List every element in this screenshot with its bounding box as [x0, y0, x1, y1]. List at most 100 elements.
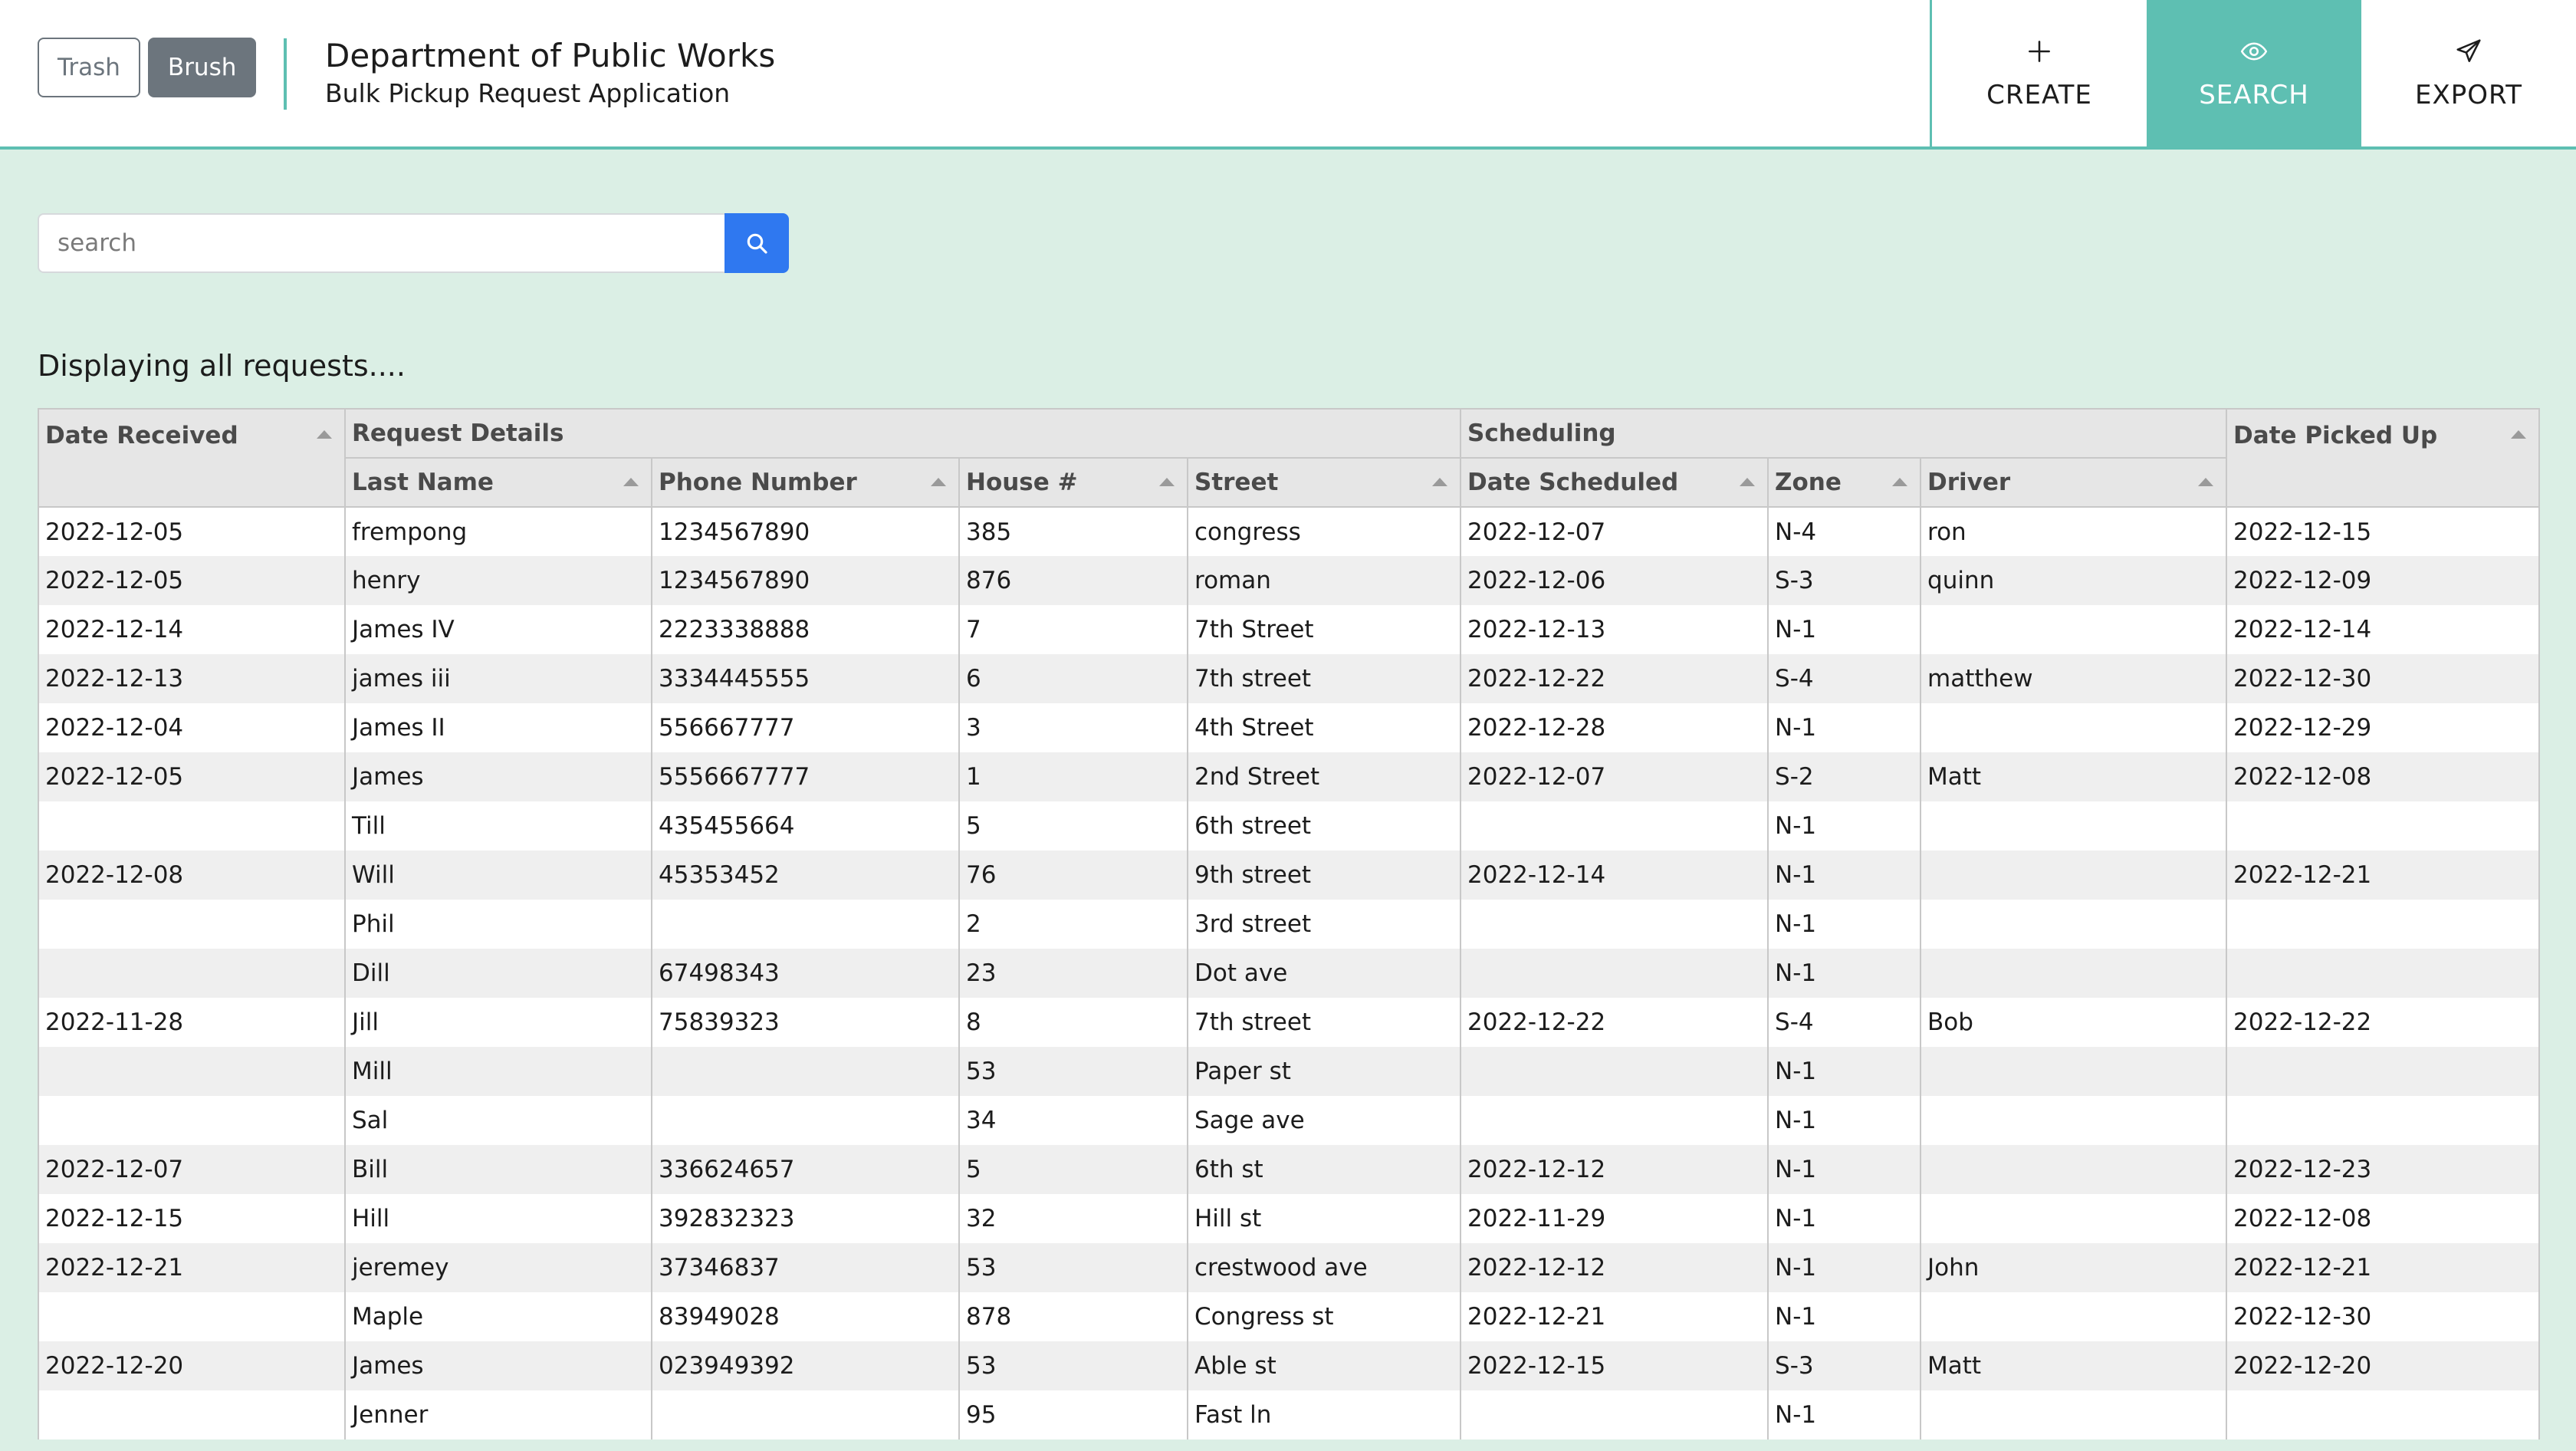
cell-driver: [1920, 1096, 2228, 1145]
cell-house-number: 32: [958, 1194, 1188, 1243]
cell-date-received: 2022-12-05: [38, 752, 346, 801]
header-date-received[interactable]: Date Received: [38, 408, 346, 508]
cell-date-picked-up: [2226, 801, 2541, 851]
cell-date-received: [38, 1047, 346, 1096]
table-row[interactable]: 2022-12-20 James 023949392 53 Able st 2022-12…: [38, 1341, 2541, 1390]
table-row[interactable]: 2022-12-14 James IV 2223338888 7 7th Street 2…: [38, 605, 2541, 654]
table-row[interactable]: 2022-12-07 Bill 336624657 5 6th st 2022-12-12…: [38, 1145, 2541, 1194]
table-body: 2022-12-05 frempong 1234567890 385 congress 2…: [38, 507, 2541, 1439]
cell-date-scheduled: 2022-12-13: [1460, 605, 1769, 654]
cell-house-number: 8: [958, 998, 1188, 1047]
cell-street: 9th street: [1186, 851, 1462, 900]
cell-date-received: [38, 949, 346, 998]
table-row[interactable]: Maple 83949028 878 Congress st 2022-12-21 N-1…: [38, 1292, 2541, 1341]
cell-phone-number: [651, 1047, 960, 1096]
table-row[interactable]: 2022-12-05 henry 1234567890 876 roman 2022-12…: [38, 556, 2541, 605]
cell-house-number: 876: [958, 556, 1188, 605]
sort-asc-icon[interactable]: [1432, 478, 1448, 486]
cell-driver: [1920, 1047, 2228, 1096]
mode-toggle-group: Trash Brush: [38, 38, 257, 97]
cell-last-name: Phil: [344, 900, 652, 949]
cell-street: congress: [1186, 507, 1462, 556]
cell-driver: [1920, 801, 2228, 851]
header-date-scheduled[interactable]: Date Scheduled: [1460, 457, 1769, 508]
eye-icon: [2240, 41, 2268, 61]
sort-asc-icon[interactable]: [1740, 478, 1756, 486]
cell-zone: N-1: [1767, 1292, 1922, 1341]
cell-street: Able st: [1186, 1341, 1462, 1390]
cell-date-picked-up: 2022-12-23: [2226, 1145, 2541, 1194]
cell-house-number: 2: [958, 900, 1188, 949]
table-row[interactable]: 2022-12-21 jeremey 37346837 53 crestwood ave…: [38, 1243, 2541, 1292]
cell-date-picked-up: 2022-12-30: [2226, 1292, 2541, 1341]
cell-date-received: [38, 801, 346, 851]
cell-date-picked-up: [2226, 949, 2541, 998]
sort-asc-icon[interactable]: [2198, 478, 2214, 486]
sort-asc-icon[interactable]: [931, 478, 946, 486]
cell-zone: N-1: [1767, 605, 1922, 654]
app-title: Department of Public Works: [325, 37, 776, 74]
sort-asc-icon[interactable]: [317, 430, 332, 439]
nav-create[interactable]: CREATE: [1932, 0, 2147, 146]
cell-phone-number: [651, 1390, 960, 1439]
table-row[interactable]: 2022-11-28 Jill 75839323 8 7th street 2022-12…: [38, 998, 2541, 1047]
cell-house-number: 1: [958, 752, 1188, 801]
requests-table: Date Received Request Details Scheduling…: [38, 408, 2541, 1439]
header-last-name[interactable]: Last Name: [344, 457, 652, 508]
cell-date-received: 2022-12-21: [38, 1243, 346, 1292]
header-label: Driver: [1927, 469, 2011, 496]
table-row[interactable]: Dill 67498343 23 Dot ave N-1: [38, 949, 2541, 998]
cell-date-received: [38, 1390, 346, 1439]
cell-house-number: 53: [958, 1047, 1188, 1096]
header-house-number[interactable]: House #: [958, 457, 1188, 508]
header-label: Last Name: [352, 469, 494, 496]
table-row[interactable]: Mill 53 Paper st N-1: [38, 1047, 2541, 1096]
header-zone[interactable]: Zone: [1767, 457, 1922, 508]
table-row[interactable]: Phil 2 3rd street N-1: [38, 900, 2541, 949]
cell-date-received: 2022-12-04: [38, 703, 346, 752]
header-street[interactable]: Street: [1186, 457, 1462, 508]
cell-house-number: 34: [958, 1096, 1188, 1145]
cell-driver: Bob: [1920, 998, 2228, 1047]
sort-asc-icon[interactable]: [1892, 478, 1908, 486]
header-phone-number[interactable]: Phone Number: [651, 457, 960, 508]
cell-driver: ron: [1920, 507, 2228, 556]
header-driver[interactable]: Driver: [1920, 457, 2228, 508]
table-row[interactable]: 2022-12-08 Will 45353452 76 9th street 2022-1…: [38, 851, 2541, 900]
cell-phone-number: 67498343: [651, 949, 960, 998]
header-label: Zone: [1775, 469, 1842, 496]
sort-asc-icon[interactable]: [2511, 430, 2527, 439]
trash-toggle-button[interactable]: Trash: [38, 38, 140, 97]
table-row[interactable]: 2022-12-05 frempong 1234567890 385 congress 2…: [38, 507, 2541, 556]
search-button[interactable]: [724, 213, 789, 273]
search-input[interactable]: [38, 213, 724, 273]
cell-phone-number: [651, 900, 960, 949]
cell-street: 7th street: [1186, 654, 1462, 703]
nav-export[interactable]: EXPORT: [2361, 0, 2576, 146]
cell-date-received: 2022-12-05: [38, 556, 346, 605]
table-row[interactable]: 2022-12-04 James II 556667777 3 4th Street 20…: [38, 703, 2541, 752]
sort-asc-icon[interactable]: [1159, 478, 1175, 486]
cell-zone: N-1: [1767, 1390, 1922, 1439]
cell-driver: [1920, 851, 2228, 900]
cell-street: 2nd Street: [1186, 752, 1462, 801]
cell-house-number: 385: [958, 507, 1188, 556]
sort-asc-icon[interactable]: [623, 478, 639, 486]
nav-search[interactable]: SEARCH: [2147, 0, 2361, 146]
table-row[interactable]: 2022-12-13 james iii 3334445555 6 7th street…: [38, 654, 2541, 703]
brush-toggle-button[interactable]: Brush: [147, 38, 257, 97]
table-row[interactable]: Sal 34 Sage ave N-1: [38, 1096, 2541, 1145]
cell-driver: [1920, 703, 2228, 752]
title-divider: [284, 38, 287, 110]
cell-date-received: 2022-12-20: [38, 1341, 346, 1390]
header-label: Date Received: [45, 422, 238, 449]
cell-driver: [1920, 949, 2228, 998]
header-date-picked-up[interactable]: Date Picked Up: [2226, 408, 2541, 508]
cell-zone: N-1: [1767, 703, 1922, 752]
table-row[interactable]: Jenner 95 Fast ln N-1: [38, 1390, 2541, 1439]
cell-last-name: Will: [344, 851, 652, 900]
table-row[interactable]: 2022-12-05 James 5556667777 1 2nd Street 2022…: [38, 752, 2541, 801]
table-row[interactable]: 2022-12-15 Hill 392832323 32 Hill st 2022-11-…: [38, 1194, 2541, 1243]
cell-driver: [1920, 1145, 2228, 1194]
table-row[interactable]: Till 435455664 5 6th street N-1: [38, 801, 2541, 851]
